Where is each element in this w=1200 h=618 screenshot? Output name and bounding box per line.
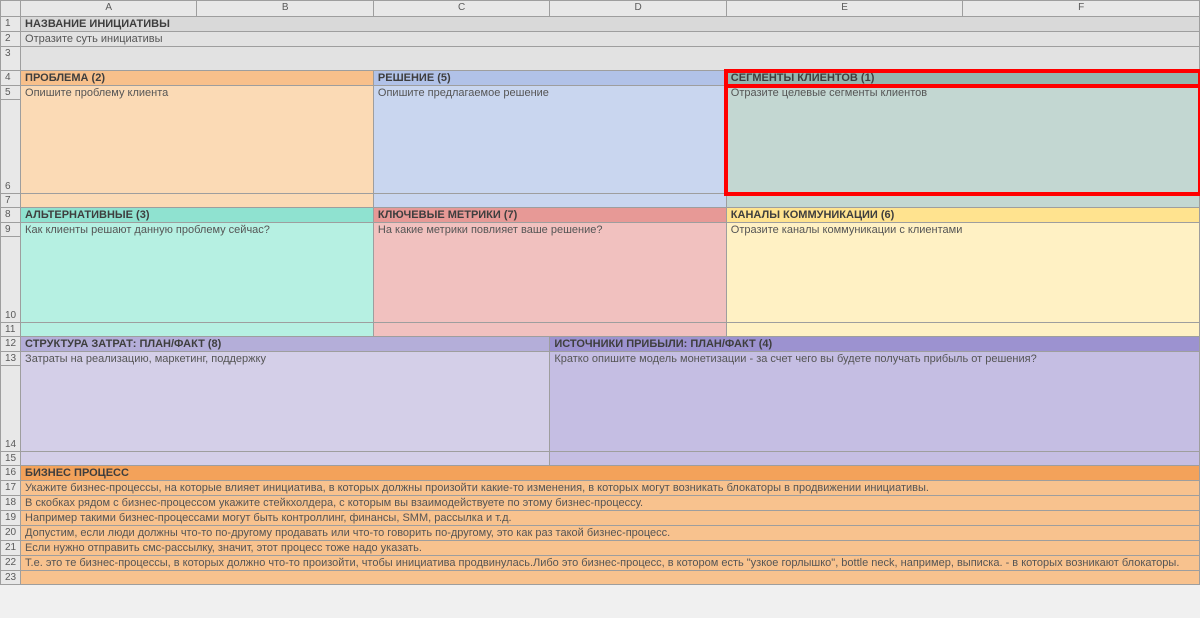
metrics-spacer[interactable] bbox=[373, 323, 726, 337]
row-12[interactable]: 12 bbox=[1, 337, 21, 352]
alt-body-cell[interactable]: Как клиенты решают данную проблему сейча… bbox=[21, 223, 374, 323]
rev-spacer[interactable] bbox=[550, 452, 1200, 466]
bp-line-6[interactable]: Т.е. это те бизнес-процессы, в которых д… bbox=[21, 556, 1200, 571]
alt-spacer[interactable] bbox=[21, 323, 374, 337]
row-16[interactable]: 16 bbox=[1, 466, 21, 481]
col-C[interactable]: C bbox=[373, 1, 549, 17]
row-17[interactable]: 17 bbox=[1, 481, 21, 496]
col-D[interactable]: D bbox=[550, 1, 726, 17]
row-3[interactable]: 3 bbox=[1, 47, 21, 71]
row-6[interactable]: 6 bbox=[1, 100, 21, 194]
spreadsheet[interactable]: A B C D E F 1 НАЗВАНИЕ ИНИЦИАТИВЫ 2 Отра… bbox=[0, 0, 1200, 585]
segments-header-cell[interactable]: СЕГМЕНТЫ КЛИЕНТОВ (1) bbox=[726, 71, 1199, 86]
row-5[interactable]: 5 bbox=[1, 86, 21, 100]
row-20[interactable]: 20 bbox=[1, 526, 21, 541]
metrics-body-cell[interactable]: На какие метрики повлияет ваше решение? bbox=[373, 223, 726, 323]
channels-header-cell[interactable]: КАНАЛЫ КОММУНИКАЦИИ (6) bbox=[726, 208, 1199, 223]
row-22[interactable]: 22 bbox=[1, 556, 21, 571]
bp-line-2[interactable]: В скобках рядом с бизнес-процессом укажи… bbox=[21, 496, 1200, 511]
row-15[interactable]: 15 bbox=[1, 452, 21, 466]
row-21[interactable]: 21 bbox=[1, 541, 21, 556]
bp-line-1[interactable]: Укажите бизнес-процессы, на которые влия… bbox=[21, 481, 1200, 496]
channels-spacer[interactable] bbox=[726, 323, 1199, 337]
segments-spacer[interactable] bbox=[726, 194, 1199, 208]
problem-body-cell[interactable]: Опишите проблему клиента bbox=[21, 86, 374, 194]
segments-body-cell[interactable]: Отразите целевые сегменты клиентов bbox=[726, 86, 1199, 194]
alt-header-cell[interactable]: АЛЬТЕРНАТИВНЫЕ (3) bbox=[21, 208, 374, 223]
row-18[interactable]: 18 bbox=[1, 496, 21, 511]
solution-spacer[interactable] bbox=[373, 194, 726, 208]
col-E[interactable]: E bbox=[726, 1, 963, 17]
title-header-cell[interactable]: НАЗВАНИЕ ИНИЦИАТИВЫ bbox=[21, 17, 1200, 32]
row-23[interactable]: 23 bbox=[1, 571, 21, 585]
bp-line-4[interactable]: Допустим, если люди должны что-то по-дру… bbox=[21, 526, 1200, 541]
col-F[interactable]: F bbox=[963, 1, 1200, 17]
channels-body-cell[interactable]: Отразите каналы коммуникации с клиентами bbox=[726, 223, 1199, 323]
bp-header-cell[interactable]: БИЗНЕС ПРОЦЕСС bbox=[21, 466, 1200, 481]
solution-header-cell[interactable]: РЕШЕНИЕ (5) bbox=[373, 71, 726, 86]
row-11[interactable]: 11 bbox=[1, 323, 21, 337]
bp-spacer[interactable] bbox=[21, 571, 1200, 585]
row-7[interactable]: 7 bbox=[1, 194, 21, 208]
row-1[interactable]: 1 bbox=[1, 17, 21, 32]
column-header-row: A B C D E F bbox=[1, 1, 1200, 17]
title-spacer-cell[interactable] bbox=[21, 47, 1200, 71]
row-14[interactable]: 14 bbox=[1, 366, 21, 452]
col-A[interactable]: A bbox=[21, 1, 197, 17]
corner-cell[interactable] bbox=[1, 1, 21, 17]
bp-line-3[interactable]: Например такими бизнес-процессами могут … bbox=[21, 511, 1200, 526]
solution-body-cell[interactable]: Опишите предлагаемое решение bbox=[373, 86, 726, 194]
cost-body-cell[interactable]: Затраты на реализацию, маркетинг, поддер… bbox=[21, 352, 550, 452]
title-body-cell[interactable]: Отразите суть инициативы bbox=[21, 32, 1200, 47]
rev-body-cell[interactable]: Кратко опишите модель монетизации - за с… bbox=[550, 352, 1200, 452]
row-10[interactable]: 10 bbox=[1, 237, 21, 323]
cost-header-cell[interactable]: СТРУКТУРА ЗАТРАТ: ПЛАН/ФАКТ (8) bbox=[21, 337, 550, 352]
bp-line-5[interactable]: Если нужно отправить смс-рассылку, значи… bbox=[21, 541, 1200, 556]
problem-header-cell[interactable]: ПРОБЛЕМА (2) bbox=[21, 71, 374, 86]
col-B[interactable]: B bbox=[197, 1, 373, 17]
row-4[interactable]: 4 bbox=[1, 71, 21, 86]
row-9[interactable]: 9 bbox=[1, 223, 21, 237]
row-19[interactable]: 19 bbox=[1, 511, 21, 526]
cost-spacer[interactable] bbox=[21, 452, 550, 466]
row-8[interactable]: 8 bbox=[1, 208, 21, 223]
row-2[interactable]: 2 bbox=[1, 32, 21, 47]
metrics-header-cell[interactable]: КЛЮЧЕВЫЕ МЕТРИКИ (7) bbox=[373, 208, 726, 223]
rev-header-cell[interactable]: ИСТОЧНИКИ ПРИБЫЛИ: ПЛАН/ФАКТ (4) bbox=[550, 337, 1200, 352]
problem-spacer[interactable] bbox=[21, 194, 374, 208]
row-13[interactable]: 13 bbox=[1, 352, 21, 366]
